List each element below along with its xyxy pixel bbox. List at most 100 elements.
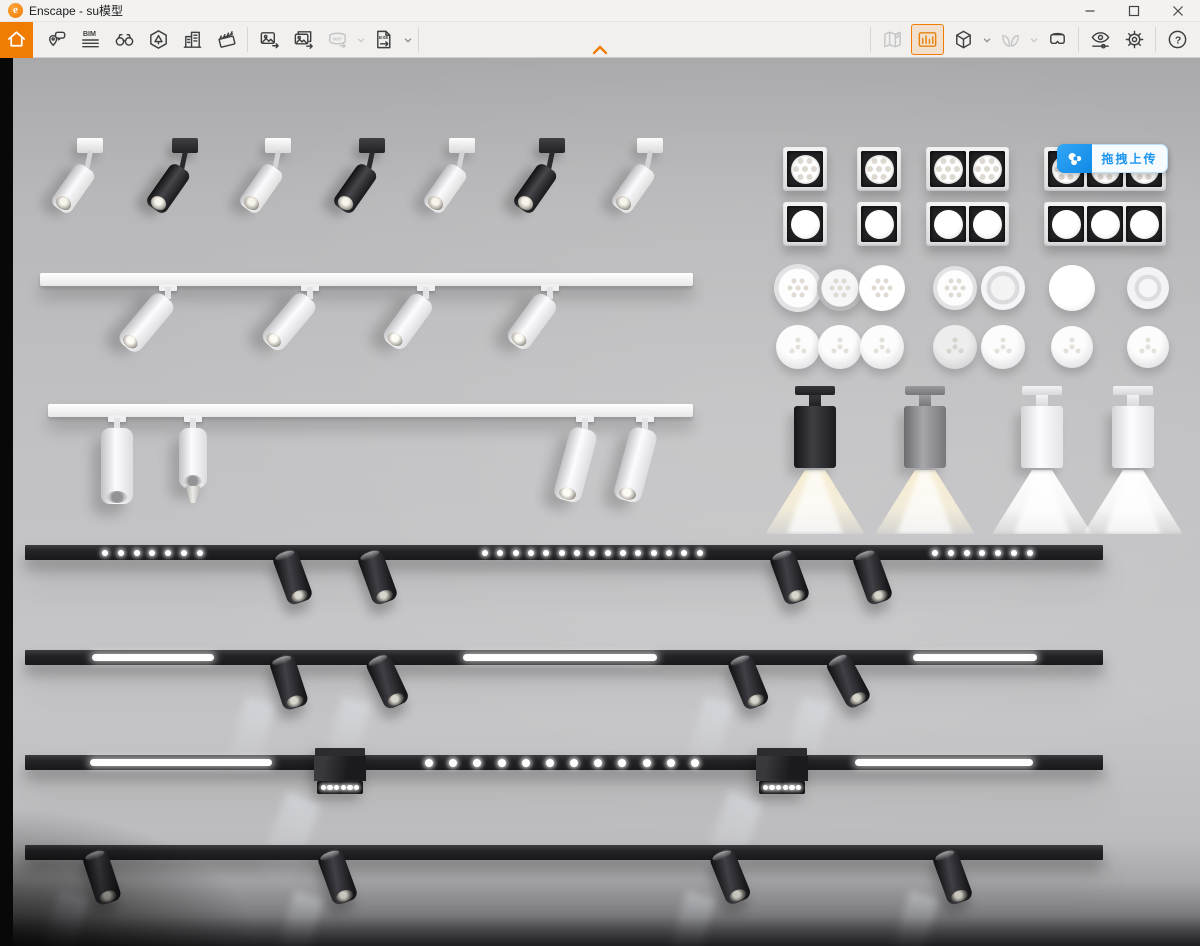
spotlight-head [511,161,559,216]
led-dot [570,758,579,767]
recessed-grille-downlight [926,147,1009,191]
led-dot [963,549,970,556]
home-button[interactable] [0,21,33,58]
led-dot [512,549,519,556]
led-dot [594,758,603,767]
asset-library-button[interactable] [141,22,175,57]
recessed-grille-downlight [857,202,901,246]
wall-spotlight [144,138,225,243]
led-dot [133,549,140,556]
led-dot [620,549,627,556]
panorama-360-button[interactable]: 360° [320,22,354,57]
pano-360-icon: 360° [328,32,346,49]
led-dot [102,549,108,556]
gear-icon [1125,30,1143,49]
linear-diffuser [855,759,1033,766]
maximize-button[interactable] [1112,0,1156,22]
fly-mode-dropdown[interactable] [1027,22,1040,57]
view-mode-dropdown[interactable] [980,22,993,57]
toolbar-separator [1078,27,1079,52]
round-downlight [859,265,905,311]
round-downlight [817,265,863,311]
led-dot-strip [423,755,701,770]
exe-export-dropdown[interactable] [401,22,414,57]
site-context-button[interactable] [175,22,209,57]
led-dot [947,549,954,556]
led-dot [425,758,433,767]
track-rail-white [40,273,693,286]
render-viewport[interactable]: 拖拽上传 [0,58,1200,946]
fly-mode-button[interactable] [993,22,1027,57]
track-rail-white [48,404,693,417]
led-dot [181,549,188,556]
chevron-down-icon [1030,37,1037,43]
track-head-spotlight [992,386,1092,536]
chevron-down-icon [983,37,990,43]
batch-render-button[interactable] [286,22,320,57]
linear-diffuser [913,654,1037,661]
vr-headset-button[interactable] [1040,22,1074,57]
visual-settings-button[interactable] [1083,22,1117,57]
netdisk-cloud-icon [1057,144,1092,173]
title-bar: e Enscape - su模型 [0,0,1200,22]
track-spotlight-white [115,289,177,356]
exe-export-button[interactable]: EXE [367,22,401,57]
video-editor-button[interactable] [209,22,243,57]
toolbar-separator [247,27,248,52]
led-dot [995,549,1002,556]
bim-label: BIM [82,30,95,38]
grille-dot-strip [759,781,805,794]
window-title: Enscape - su模型 [29,4,124,18]
wall-spotlight [609,138,690,243]
panorama-dropdown[interactable] [354,22,367,57]
track-spotlight-white [179,428,207,488]
round-downlight [776,325,820,369]
render-preview-button[interactable] [911,24,944,55]
track-spotlight-white [101,428,133,504]
saved-views-button[interactable] [107,22,141,57]
track-head-spotlight [875,386,975,536]
head-body [1021,406,1063,468]
settings-button[interactable] [1117,22,1151,57]
led-dot [117,549,124,556]
view-mode-cube-button[interactable] [946,22,980,57]
round-downlight [1127,326,1169,368]
lamp-cell [861,151,897,187]
wall-spotlight [49,138,130,243]
led-dot [327,784,333,791]
lamp-face [864,209,894,239]
led-dot [762,784,769,791]
screenshot-export-button[interactable] [252,22,286,57]
help-button[interactable]: ? [1160,22,1194,57]
toolbar-separator [418,27,419,52]
led-dot [769,784,775,791]
home-icon [7,31,26,47]
recessed-grille-downlight [783,147,827,191]
folding-grille-light [755,748,809,800]
recessed-grille-downlight [783,202,827,246]
wall-spotlight [331,138,412,243]
lamp-face [1051,209,1081,239]
lamp-face [790,209,820,239]
chevron-up-icon [592,45,608,55]
lamp-face [864,154,894,184]
lamp-cell [861,206,897,242]
close-button[interactable] [1156,0,1200,22]
round-downlight [1049,265,1095,311]
lamp-face [1129,209,1159,239]
led-dot [353,784,360,791]
grille-dot-strip [317,781,363,794]
lamp-face [790,154,820,184]
bim-mode-button[interactable]: BIM [73,22,107,57]
track-spotlight-white [552,425,599,505]
track-adapter [1113,386,1153,395]
track-spotlight-white [259,289,319,354]
minimap-button[interactable] [875,22,909,57]
toolbar-collapse-chevron[interactable] [590,44,610,56]
minimize-button[interactable] [1068,0,1112,22]
drag-upload-badge[interactable]: 拖拽上传 [1057,144,1168,173]
led-dot [666,758,675,767]
eye-slider-icon [1091,32,1109,49]
collaboration-pin-button[interactable] [39,22,73,57]
lamp-face [1090,209,1120,239]
